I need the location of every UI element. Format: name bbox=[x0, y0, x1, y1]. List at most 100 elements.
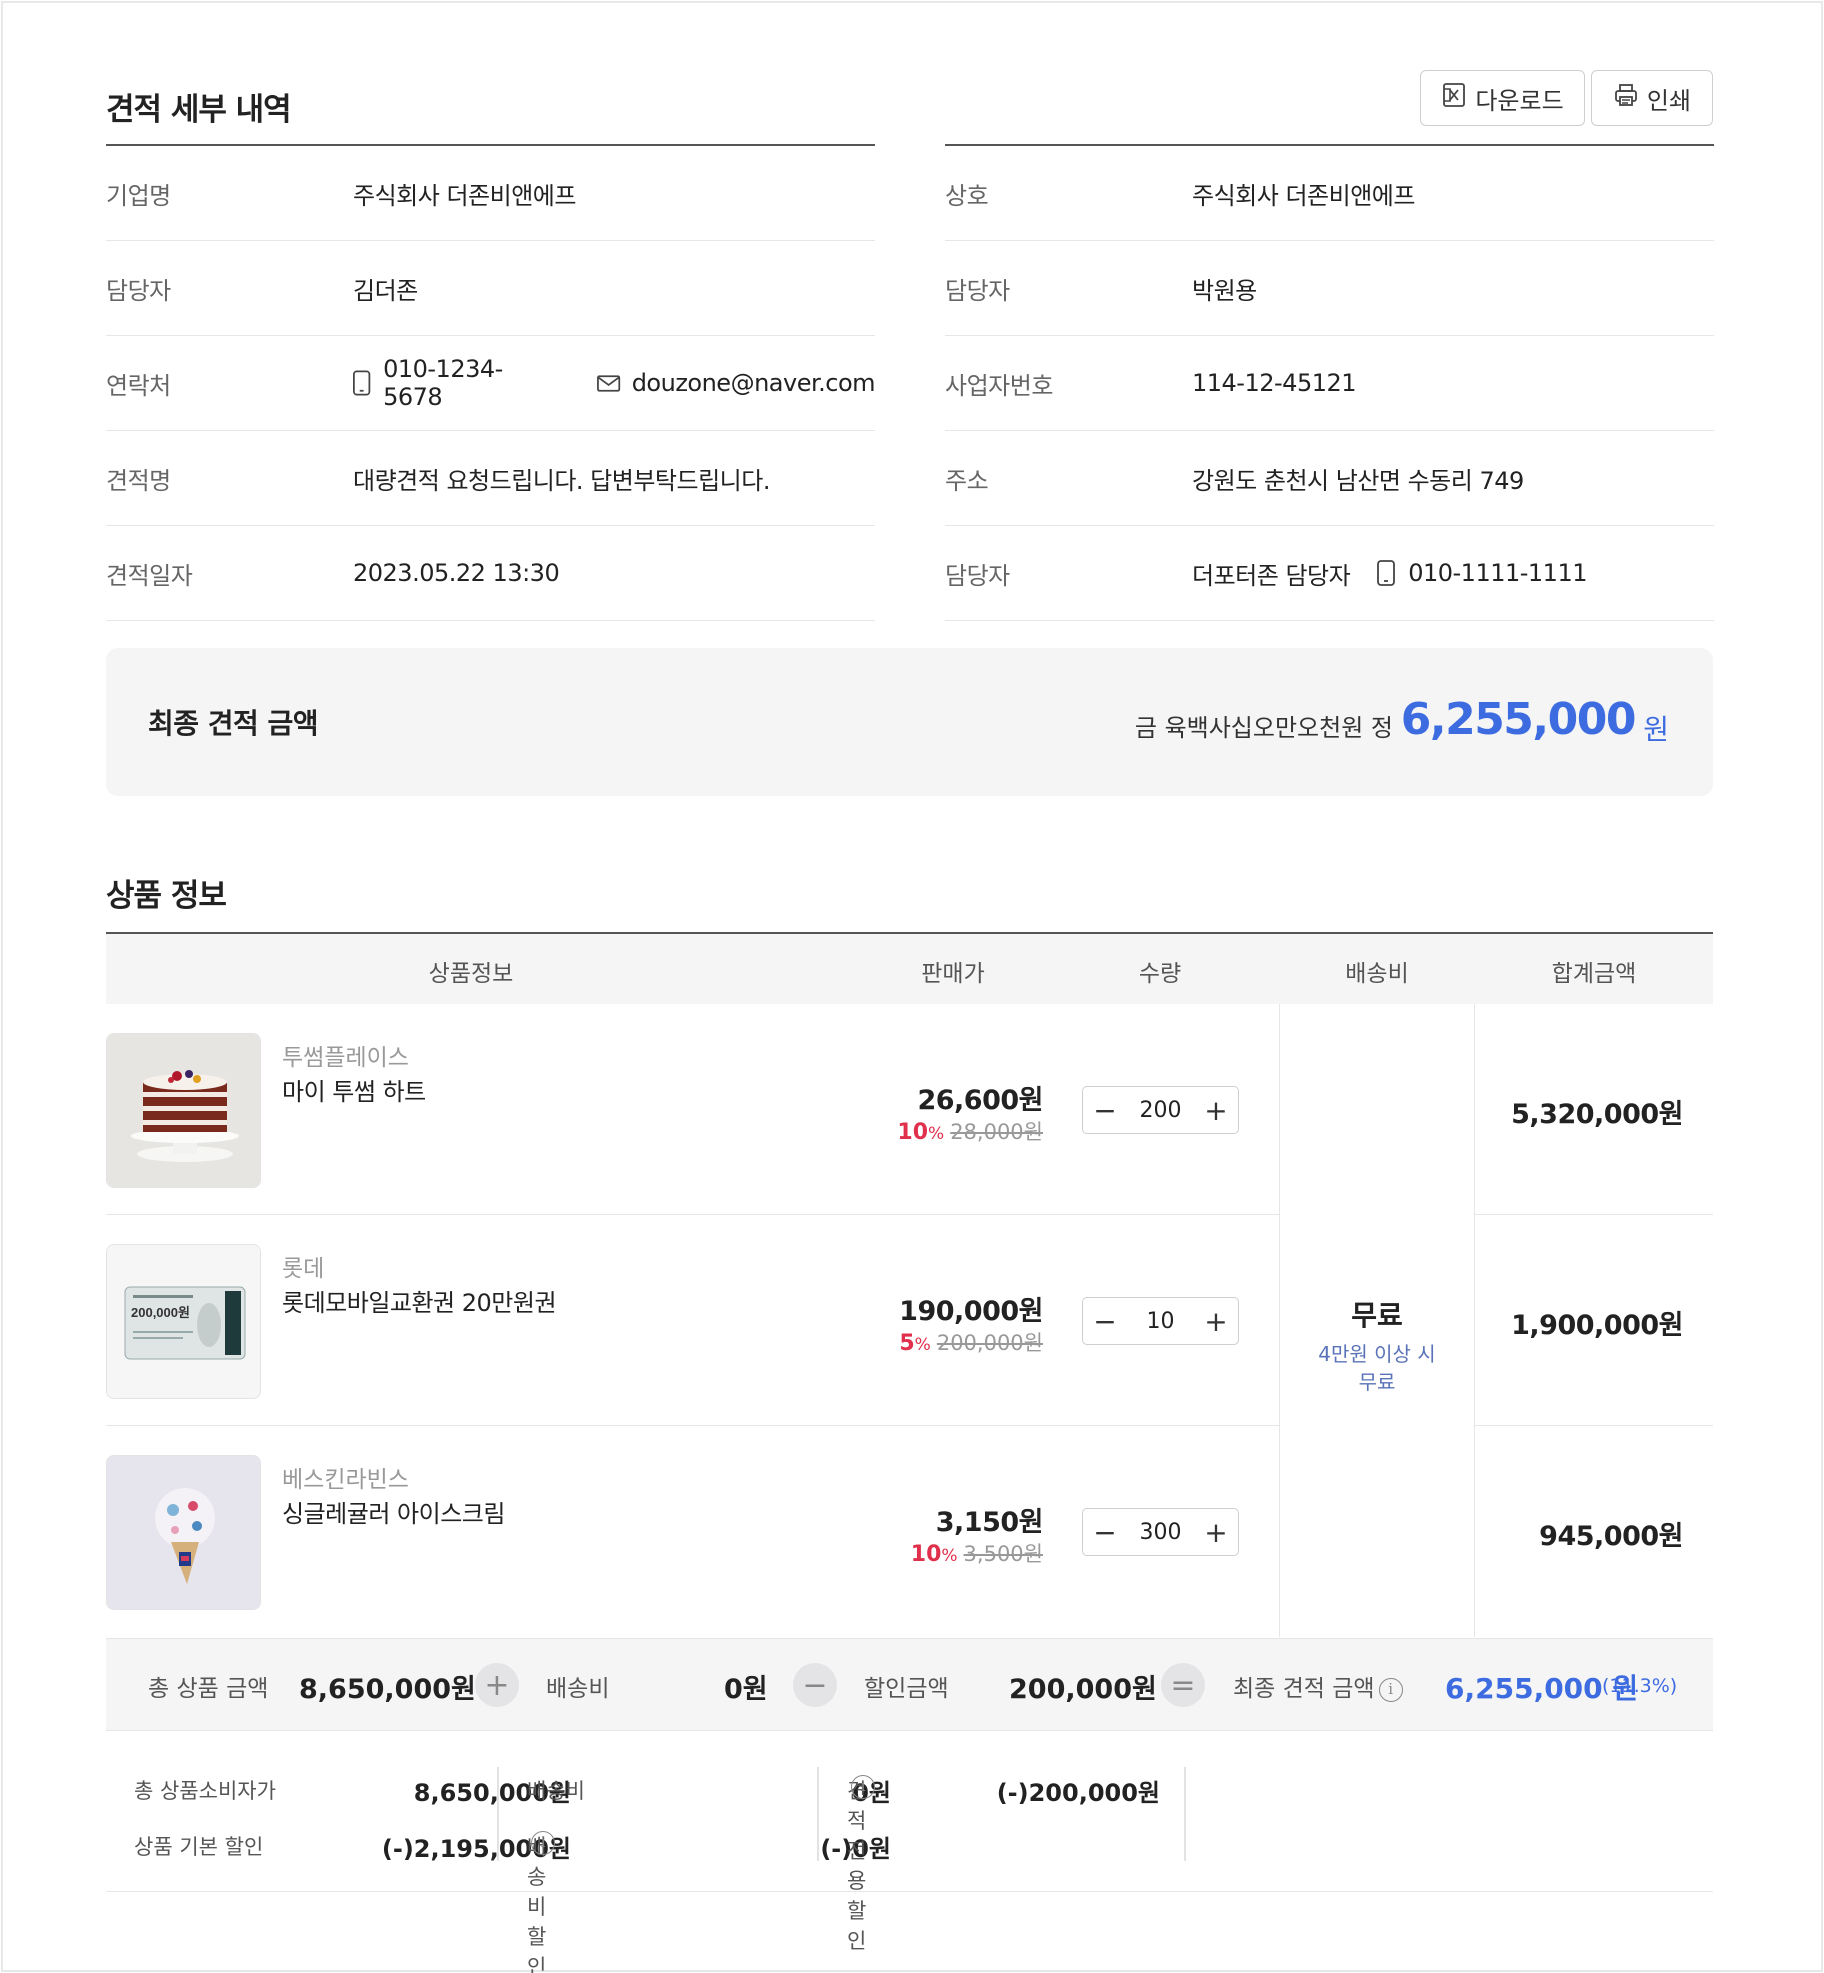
col-qty: 수량 bbox=[1138, 961, 1182, 987]
product-name[interactable]: 마이 투썸 하트 bbox=[282, 1072, 426, 1107]
shipping-label: 배송비 bbox=[546, 1676, 610, 1702]
row-total: 5,320,000원 bbox=[1511, 1099, 1683, 1130]
quantity-value[interactable]: 200 bbox=[1140, 1098, 1182, 1123]
plus-icon[interactable]: + bbox=[1194, 1088, 1238, 1132]
excel-icon bbox=[1441, 82, 1467, 114]
download-label: 다운로드 bbox=[1475, 86, 1564, 115]
row-total: 1,900,000원 bbox=[1511, 1310, 1683, 1341]
info-value: 2023.05.22 13:30 bbox=[353, 559, 560, 587]
buyer-email[interactable]: douzone@naver.com bbox=[632, 369, 876, 397]
info-value: 114-12-45121 bbox=[1192, 369, 1357, 397]
product-name[interactable]: 싱글레귤러 아이스크림 bbox=[282, 1494, 505, 1529]
product-brand: 베스킨라빈스 bbox=[282, 1467, 409, 1493]
table-header: 상품정보 판매가 수량 배송비 합계금액 bbox=[106, 932, 1713, 1004]
ice-cream-image[interactable] bbox=[106, 1455, 261, 1610]
minus-icon[interactable]: − bbox=[1083, 1299, 1127, 1343]
cake-image[interactable] bbox=[106, 1033, 261, 1188]
info-label: 견적명 bbox=[106, 466, 171, 495]
info-value: 김더존 bbox=[353, 276, 418, 305]
info-row: 견적명 대량견적 요청드립니다. 답변부탁드립니다. bbox=[106, 431, 875, 526]
product-table: 상품정보 판매가 수량 배송비 합계금액 투썸플레이스 마이 투썸 하트 26,… bbox=[106, 932, 1713, 1637]
quote-discount-value: (-)200,000원 bbox=[996, 1779, 1160, 1807]
consumer-price-label: 총 상품소비자가 bbox=[134, 1779, 276, 1803]
quantity-stepper: − 200 + bbox=[1082, 1086, 1239, 1134]
info-row: 담당자 더포터존 담당자 010-1111-1111 bbox=[945, 526, 1714, 621]
printer-icon bbox=[1613, 82, 1639, 114]
summary-bar: 총 상품 금액 8,650,000원 + 배송비 0원 − 할인금액 200,0… bbox=[106, 1638, 1713, 1731]
product-name[interactable]: 롯데모바일교환권 20만원권 bbox=[282, 1283, 557, 1318]
info-row: 담당자 김더존 bbox=[106, 241, 875, 336]
table-row: 베스킨라빈스 싱글레귤러 아이스크림 3,150원 10% 3,500원 − 30… bbox=[106, 1426, 1279, 1637]
sale-price: 3,150원 bbox=[935, 1507, 1044, 1538]
final-amount-title: 최종 견적 금액 bbox=[148, 707, 319, 740]
print-label: 인쇄 bbox=[1646, 86, 1692, 115]
info-label: 담당자 bbox=[945, 561, 1010, 590]
col-shipping: 배송비 bbox=[1345, 961, 1409, 987]
contact-value: 010-1234-5678 douzone@naver.com bbox=[350, 355, 876, 411]
discount-rate: 5% bbox=[899, 1331, 931, 1356]
quantity-stepper: − 10 + bbox=[1082, 1297, 1239, 1345]
info-value: 주식회사 더존비앤에프 bbox=[1192, 181, 1415, 210]
divider bbox=[1184, 1767, 1186, 1861]
quantity-value[interactable]: 10 bbox=[1147, 1309, 1175, 1334]
row-total-cell: 1,900,000원 bbox=[1475, 1215, 1713, 1426]
info-icon[interactable]: i bbox=[1378, 1677, 1403, 1702]
discount-info: 10% 28,000원 bbox=[897, 1116, 1043, 1146]
original-price: 28,000원 bbox=[950, 1120, 1043, 1144]
original-price: 3,500원 bbox=[963, 1542, 1043, 1566]
minus-icon[interactable]: − bbox=[1083, 1088, 1127, 1132]
row-total-cell: 5,320,000원 bbox=[1475, 1004, 1713, 1215]
buyer-phone: 010-1234-5678 bbox=[383, 355, 503, 411]
quote-header: 견적 세부 내역 다운로드 인쇄 bbox=[106, 70, 1713, 146]
info-value: 강원도 춘천시 남산면 수동리 749 bbox=[1192, 466, 1524, 495]
info-value: 주식회사 더존비앤에프 bbox=[353, 181, 576, 210]
info-value: 박원용 bbox=[1192, 276, 1257, 305]
basic-discount-label: 상품 기본 할인 bbox=[134, 1835, 264, 1859]
shipping-label: 배송비 bbox=[527, 1779, 585, 1803]
divider bbox=[497, 1767, 499, 1861]
shipping-value: 0원 bbox=[724, 1674, 768, 1705]
info-icon[interactable]: i bbox=[851, 1775, 875, 1799]
divider bbox=[817, 1767, 819, 1861]
plus-icon[interactable]: + bbox=[1194, 1510, 1238, 1554]
buyer-info-table: 기업명 주식회사 더존비앤에프 담당자 김더존 연락처 010-1234-567… bbox=[106, 144, 876, 621]
discount-value: 200,000원 bbox=[1009, 1674, 1157, 1705]
card-amount: 200,000원 bbox=[131, 1305, 190, 1320]
info-row: 주소 강원도 춘천시 남산면 수동리 749 bbox=[945, 431, 1714, 526]
info-label: 담당자 bbox=[106, 276, 171, 305]
info-label: 견적일자 bbox=[106, 561, 193, 590]
row-total-cell: 945,000원 bbox=[1475, 1426, 1713, 1637]
product-brand: 롯데 bbox=[282, 1256, 325, 1282]
info-row: 견적일자 2023.05.22 13:30 bbox=[106, 526, 875, 621]
product-section-title: 상품 정보 bbox=[106, 878, 227, 914]
discount-info: 10% 3,500원 bbox=[911, 1538, 1043, 1568]
table-row: 200,000원 롯데 롯데모바일교환권 20만원권 190,000원 5% 20… bbox=[106, 1215, 1279, 1426]
info-label: 담당자 bbox=[945, 276, 1010, 305]
product-brand: 투썸플레이스 bbox=[282, 1045, 409, 1071]
print-button[interactable]: 인쇄 bbox=[1591, 70, 1713, 126]
final-amount-words: 금 육백사십오만오천원 정 bbox=[1134, 714, 1393, 742]
quantity-value[interactable]: 300 bbox=[1140, 1520, 1182, 1545]
shipping-cell: 무료 4만원 이상 시 무료 bbox=[1279, 1004, 1475, 1637]
info-label: 주소 bbox=[945, 466, 989, 495]
discount-label: 할인금액 bbox=[864, 1676, 949, 1702]
plus-circle-icon: + bbox=[475, 1663, 519, 1707]
minus-icon[interactable]: − bbox=[1083, 1510, 1127, 1554]
minus-circle-icon: − bbox=[793, 1663, 837, 1707]
quantity-stepper: − 300 + bbox=[1082, 1508, 1239, 1556]
info-label: 기업명 bbox=[106, 181, 171, 210]
info-row: 담당자 박원용 bbox=[945, 241, 1714, 336]
gift-card-image[interactable]: 200,000원 bbox=[106, 1244, 261, 1399]
shipping-fee: 무료 bbox=[1351, 1299, 1403, 1332]
page-title: 견적 세부 내역 bbox=[106, 92, 292, 128]
final-amount-unit: 원 bbox=[1643, 713, 1669, 746]
discount-rate: 10% bbox=[897, 1120, 945, 1145]
final-amount-value: 6,255,000 bbox=[1400, 694, 1637, 745]
plus-icon[interactable]: + bbox=[1194, 1299, 1238, 1343]
download-button[interactable]: 다운로드 bbox=[1420, 70, 1585, 126]
manager-value: 더포터존 담당자 010-1111-1111 bbox=[1192, 556, 1587, 591]
info-row: 기업명 주식회사 더존비앤에프 bbox=[106, 146, 875, 241]
info-icon[interactable]: i bbox=[531, 1831, 555, 1855]
total-products-value: 8,650,000원 bbox=[299, 1674, 476, 1705]
mail-icon bbox=[597, 375, 621, 392]
